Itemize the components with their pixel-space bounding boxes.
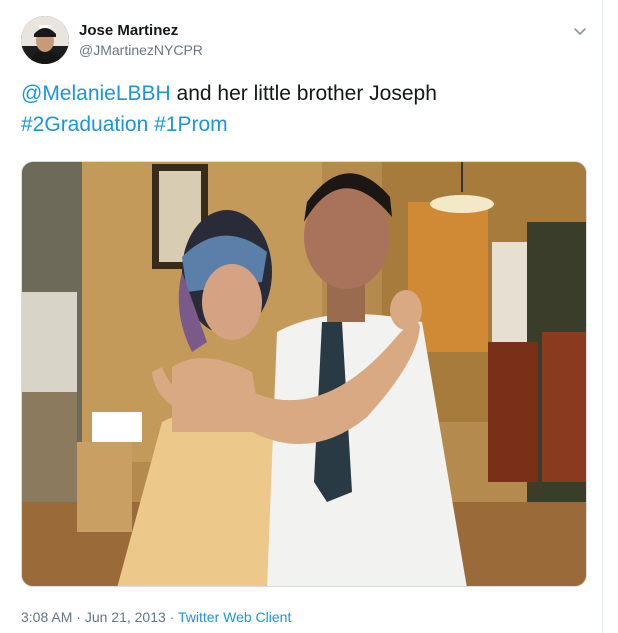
tweet-time[interactable]: 3:08 AM	[21, 609, 72, 625]
tweet-body: and her little brother Joseph	[170, 82, 437, 105]
meta-separator: ·	[165, 609, 178, 625]
hashtag-link[interactable]: #1Prom	[154, 113, 228, 136]
meta-separator: ·	[72, 609, 85, 625]
author-avatar[interactable]	[21, 16, 69, 64]
photo-image	[22, 162, 586, 586]
tweet-client-link[interactable]: Twitter Web Client	[178, 609, 291, 625]
author-name[interactable]: Jose Martinez	[79, 22, 178, 40]
tweet-photo[interactable]	[21, 161, 587, 587]
chevron-down-icon[interactable]	[571, 22, 589, 40]
tweet-text: @MelanieLBBH and her little brother Jose…	[21, 78, 581, 140]
tweet-card[interactable]: Jose Martinez @JMartinezNYCPR @MelanieLB…	[0, 0, 603, 633]
tweet-date[interactable]: Jun 21, 2013	[85, 609, 166, 625]
author-handle[interactable]: @JMartinezNYCPR	[79, 42, 203, 59]
hashtag-link[interactable]: #2Graduation	[21, 113, 148, 136]
mention-link[interactable]: @MelanieLBBH	[21, 82, 171, 105]
avatar-image	[21, 16, 69, 64]
tweet-meta: 3:08 AM · Jun 21, 2013 · Twitter Web Cli…	[21, 608, 291, 626]
